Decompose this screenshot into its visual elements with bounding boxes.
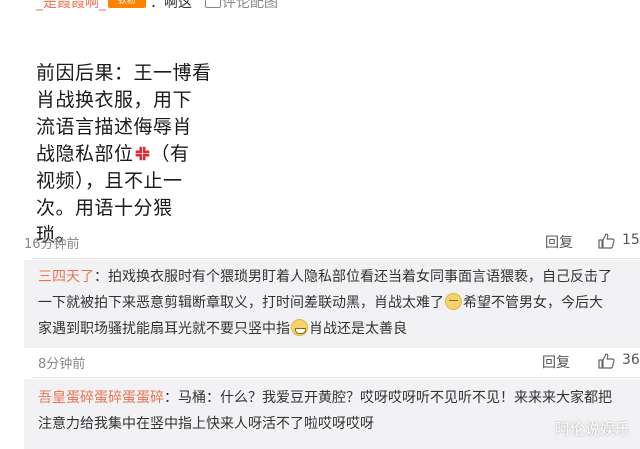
image-line: 流语言描述侮辱肖 xyxy=(36,116,193,138)
fan-badge: 铁粉 xyxy=(108,0,146,8)
image-line: 战隐私部位 （有 xyxy=(36,143,190,165)
comment-username[interactable]: _是霞霞啊_ xyxy=(36,0,106,12)
divider xyxy=(32,258,640,259)
reply-item: 三四天了：拍戏换衣服时有个猥琐男盯着人隐私部位看还当着女同事面言语猥亵，自己反击… xyxy=(24,260,640,348)
like-count: 15 xyxy=(622,232,640,248)
reply-button[interactable]: 回复 xyxy=(542,352,570,372)
reply-content: 吾皇蛋碎蛋碎蛋蛋碎：马桶：什么？我爱豆开黄腔？哎呀哎呀听不见听不见！来来来大家都… xyxy=(38,390,612,432)
reply-content: 三四天了：拍戏换衣服时有个猥琐男盯着人隐私部位看还当着女同事面言语猥亵，自己反击… xyxy=(38,269,612,337)
reply-username[interactable]: 吾皇蛋碎蛋碎蛋蛋碎 xyxy=(38,390,164,406)
sleepy-face-icon xyxy=(445,293,462,310)
like-count: 36 xyxy=(622,352,640,368)
previous-comment-header: _是霞霞啊_ 铁粉 ：啊这 评论配图 xyxy=(0,0,640,12)
grin-face-icon xyxy=(291,319,308,336)
image-line: 肖战换衣服，用下 xyxy=(36,89,193,111)
image-line: 视频），且不止一 xyxy=(36,170,183,192)
anger-icon xyxy=(135,146,149,161)
watermark: 阿伦说娱乐 xyxy=(554,420,630,438)
like-button[interactable]: 15 xyxy=(598,232,640,250)
comment-image-link[interactable]: 评论配图 xyxy=(222,0,278,12)
comment-time: 16分钟前 xyxy=(24,237,80,252)
reply-time: 8分钟前 xyxy=(38,357,86,372)
reply-item: 吾皇蛋碎蛋碎蛋蛋碎：马桶：什么？我爱豆开黄腔？哎呀哎呀听不见听不见！来来来大家都… xyxy=(24,379,640,449)
image-line: 次。用语十分猥 xyxy=(36,197,173,219)
comment-image-text: 前因后果：王一博看 肖战换衣服，用下 流语言描述侮辱肖 战隐私部位 （有 视频），… xyxy=(36,60,222,249)
image-icon xyxy=(205,0,221,8)
reply-button[interactable]: 回复 xyxy=(545,232,573,252)
thumbs-up-icon xyxy=(598,353,615,369)
reply-username[interactable]: 三四天了 xyxy=(38,269,94,285)
thumbs-up-icon xyxy=(598,233,615,249)
comment-image[interactable]: 前因后果：王一博看 肖战换衣服，用下 流语言描述侮辱肖 战隐私部位 （有 视频），… xyxy=(24,44,230,246)
image-line: 前因后果：王一博看 xyxy=(36,62,212,84)
comment-text: ：啊这 xyxy=(150,0,192,11)
divider xyxy=(32,377,640,378)
like-button[interactable]: 36 xyxy=(598,352,640,370)
